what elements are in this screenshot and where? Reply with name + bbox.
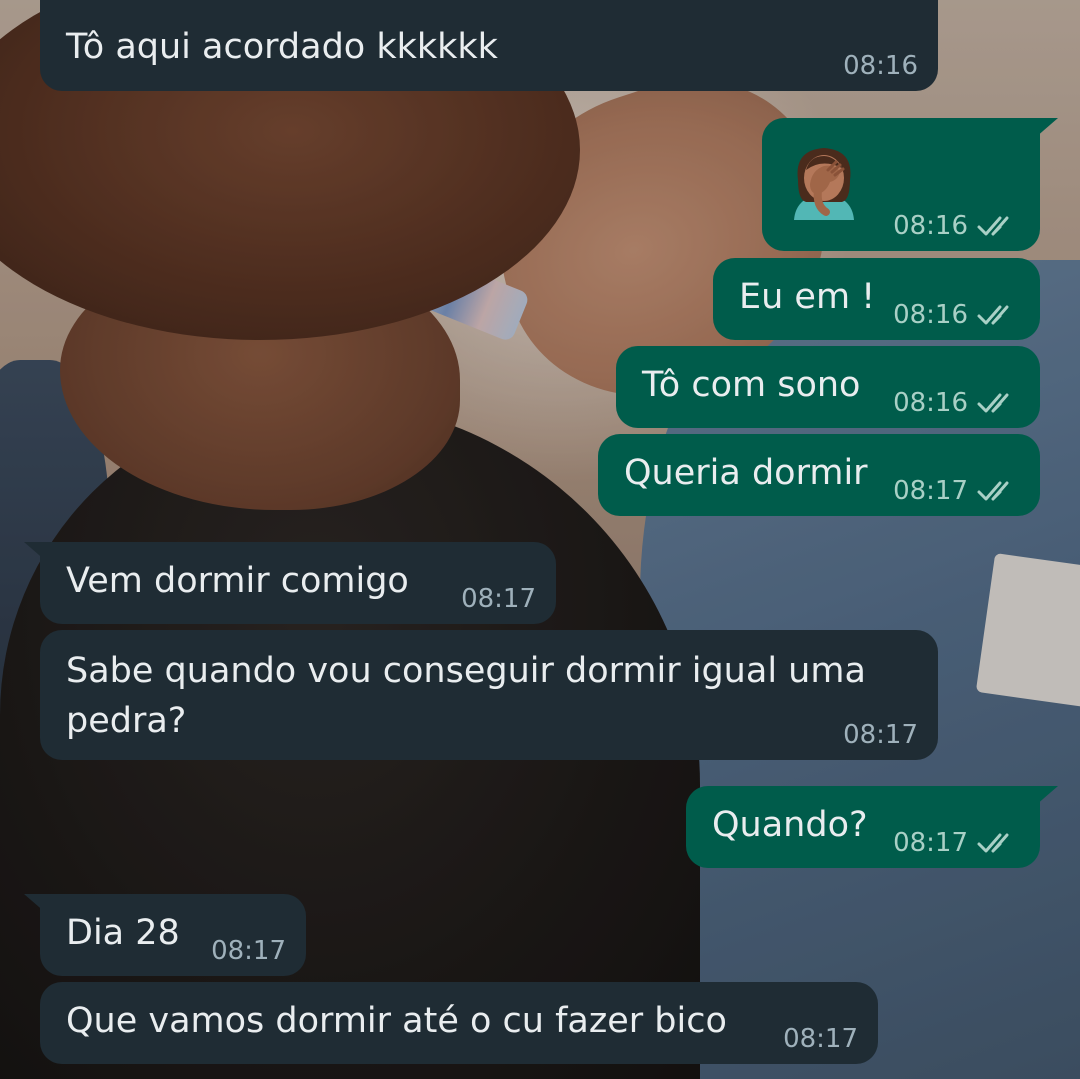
message-time: 08:16 [893, 211, 968, 241]
double-check-icon [977, 305, 1009, 325]
double-check-icon [977, 393, 1009, 413]
message-bubble-outgoing[interactable]: Quando? 08:17 [686, 786, 1058, 868]
woman-facepalming-emoji [794, 148, 854, 220]
message-meta: 08:16 [893, 211, 1020, 241]
bubble-tail [24, 542, 54, 568]
message-meta: 08:17 [783, 1024, 858, 1054]
double-check-icon [977, 833, 1009, 853]
message-time: 08:16 [843, 51, 918, 81]
message-time: 08:17 [783, 1024, 858, 1054]
message-time: 08:16 [893, 388, 968, 418]
message-meta: 08:17 [461, 584, 536, 614]
message-time: 08:17 [843, 720, 918, 750]
message-text: Sabe quando vou conseguir dormir igual u… [66, 651, 866, 741]
message-meta: 08:16 [843, 51, 918, 81]
message-bubble-incoming[interactable]: Tô aqui acordado kkkkkk 08:16 [40, 0, 938, 91]
message-bubble-incoming[interactable]: Dia 28 08:17 [24, 894, 306, 976]
bubble-tail [24, 894, 54, 920]
message-bubble-incoming[interactable]: Sabe quando vou conseguir dormir igual u… [40, 630, 938, 760]
double-check-icon [977, 216, 1009, 236]
message-text: Tô com sono [642, 365, 861, 405]
message-text: Eu em ! [739, 277, 876, 317]
message-text: Queria dormir [624, 453, 868, 493]
message-meta: 08:17 [843, 720, 918, 750]
message-meta: 08:17 [893, 476, 1020, 506]
message-meta: 08:17 [211, 936, 286, 966]
message-bubble-outgoing[interactable]: 08:16 [762, 118, 1058, 251]
message-time: 08:17 [461, 584, 536, 614]
message-time: 08:17 [211, 936, 286, 966]
chat-message-list[interactable]: Tô aqui acordado kkkkkk 08:16 08:16 Eu e… [0, 0, 1080, 1079]
bubble-tail [1028, 118, 1058, 144]
message-meta: 08:17 [893, 828, 1020, 858]
message-text: Tô aqui acordado kkkkkk [66, 27, 498, 67]
message-time: 08:17 [893, 476, 968, 506]
message-bubble-incoming[interactable]: Que vamos dormir até o cu fazer bico 08:… [40, 982, 878, 1064]
message-time: 08:17 [893, 828, 968, 858]
double-check-icon [977, 481, 1009, 501]
message-meta: 08:16 [893, 388, 1020, 418]
message-meta: 08:16 [893, 300, 1020, 330]
message-bubble-incoming[interactable]: Vem dormir comigo 08:17 [24, 542, 556, 624]
bubble-tail [1028, 786, 1058, 812]
message-bubble-outgoing[interactable]: Tô com sono 08:16 [616, 346, 1040, 428]
message-bubble-outgoing[interactable]: Queria dormir 08:17 [598, 434, 1040, 516]
message-bubble-outgoing[interactable]: Eu em ! 08:16 [713, 258, 1040, 340]
message-text: Dia 28 [66, 913, 180, 953]
message-time: 08:16 [893, 300, 968, 330]
message-text: Vem dormir comigo [66, 561, 409, 601]
message-text: Que vamos dormir até o cu fazer bico [66, 1001, 727, 1041]
message-text: Quando? [712, 805, 868, 845]
